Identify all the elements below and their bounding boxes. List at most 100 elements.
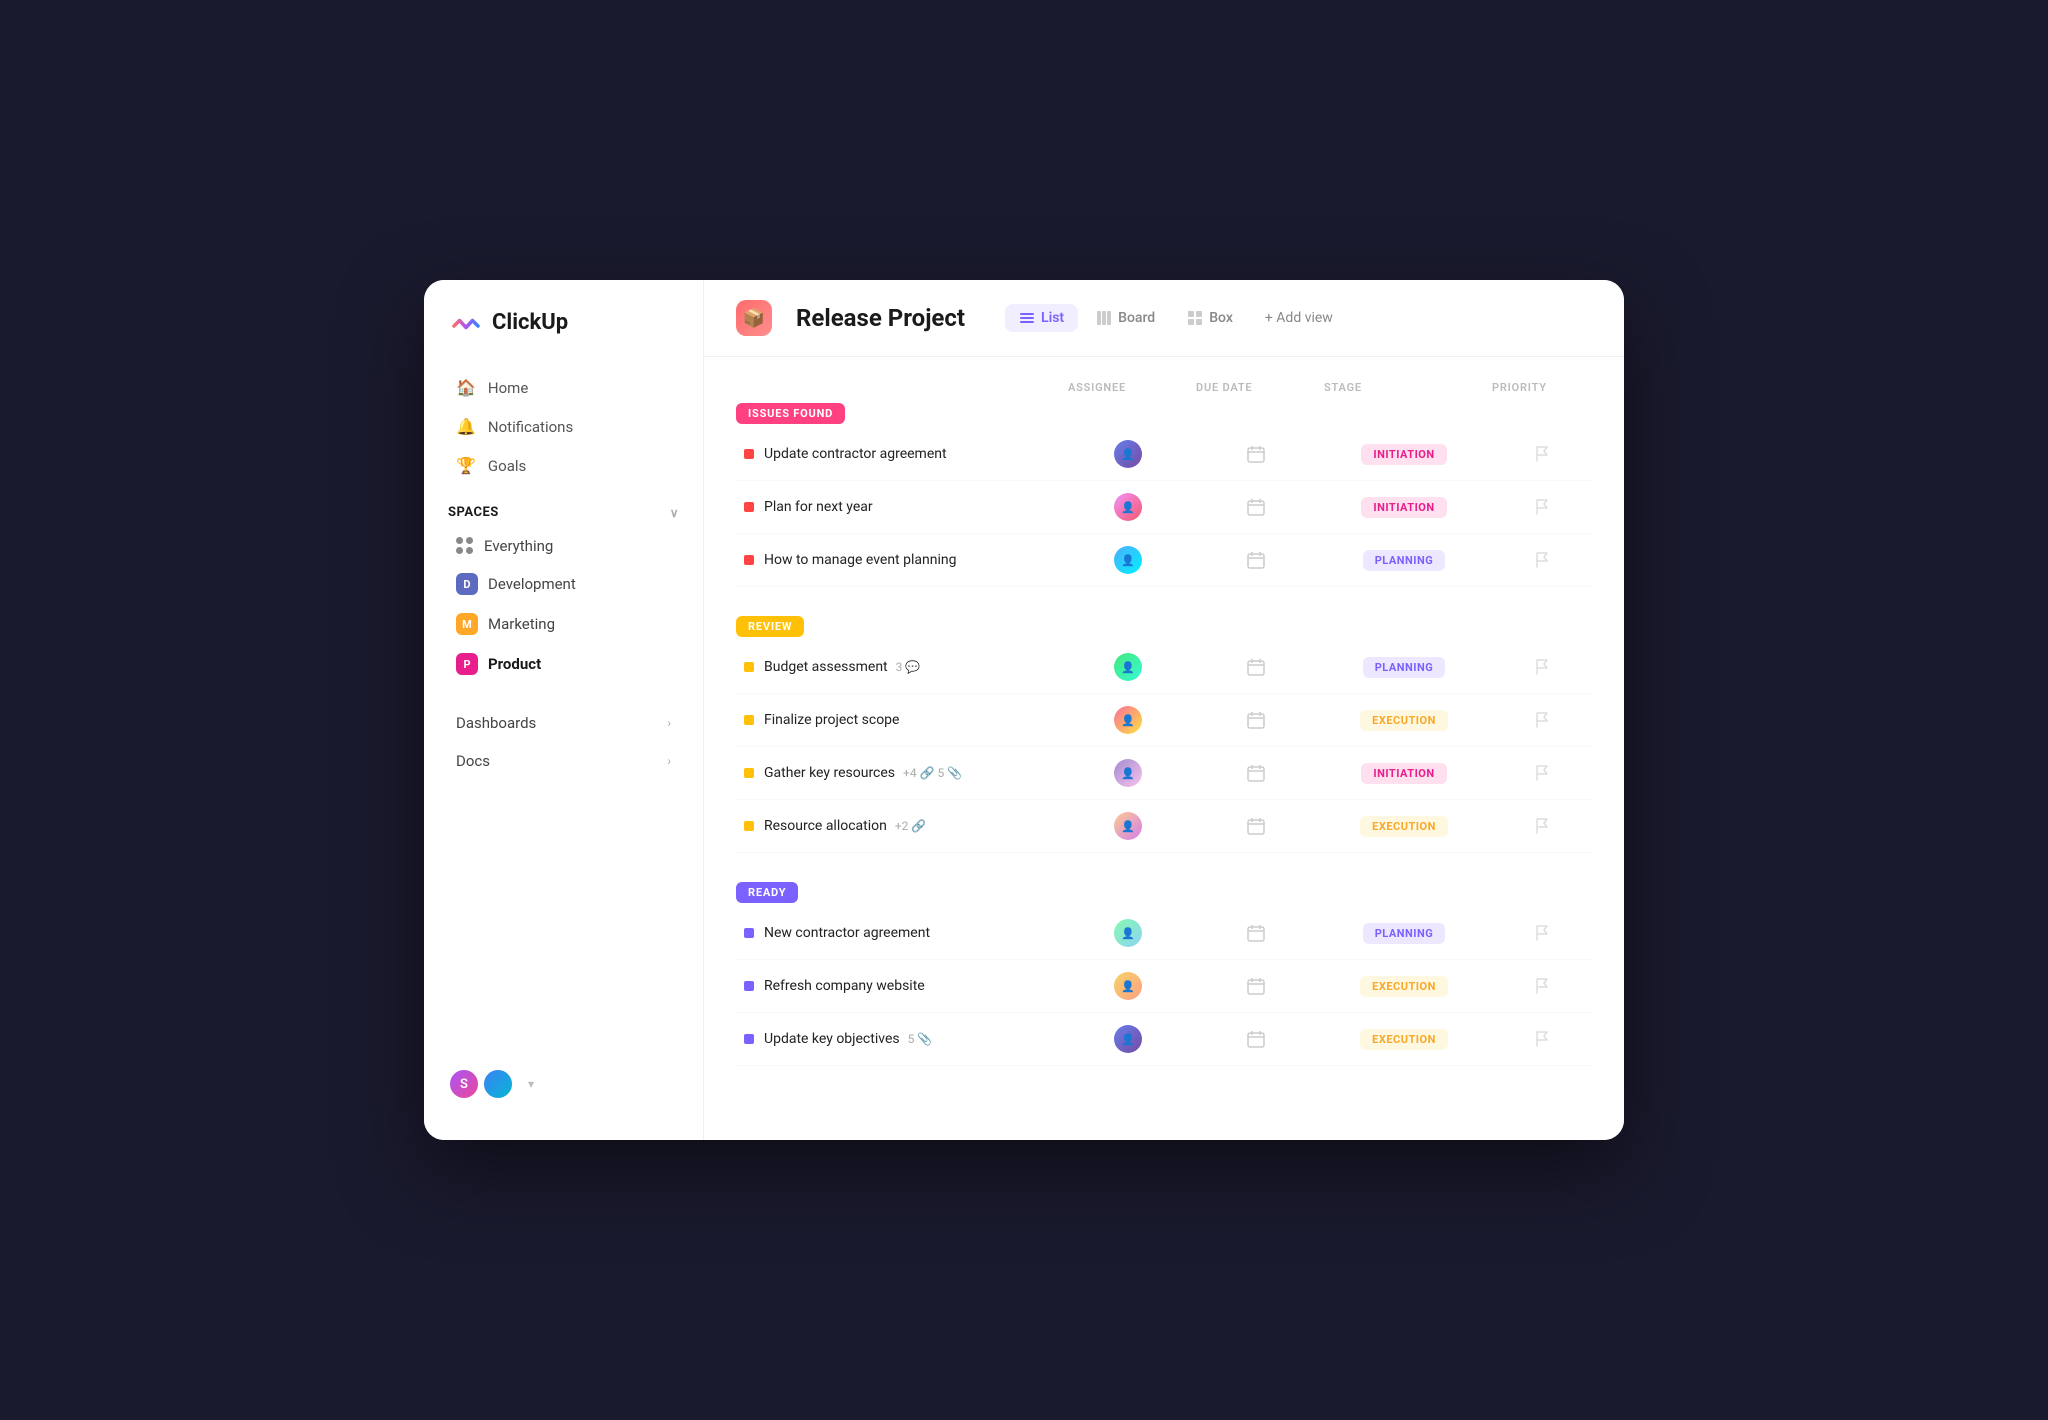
stage-badge: EXECUTION <box>1360 1029 1448 1050</box>
view-tabs: List Board Box + Add view <box>1005 304 1347 332</box>
tab-board[interactable]: Board <box>1082 304 1169 332</box>
nav-notifications[interactable]: 🔔 Notifications <box>432 407 695 446</box>
flag-icon <box>1534 551 1550 569</box>
tab-list[interactable]: List <box>1005 304 1078 332</box>
home-icon: 🏠 <box>456 378 476 397</box>
space-marketing-label: Marketing <box>488 615 555 633</box>
assignee-cell: 👤 <box>1068 653 1188 681</box>
avatar: 👤 <box>1114 440 1142 468</box>
task-row[interactable]: How to manage event planning 👤 PLANNING <box>736 534 1592 587</box>
task-dot <box>744 981 754 991</box>
date-cell[interactable] <box>1196 551 1316 569</box>
task-name: Update contractor agreement <box>764 446 947 462</box>
space-marketing[interactable]: M Marketing <box>432 604 695 644</box>
task-dot <box>744 662 754 672</box>
calendar-icon <box>1247 711 1265 729</box>
space-development-label: Development <box>488 575 576 593</box>
date-cell[interactable] <box>1196 977 1316 995</box>
task-dot <box>744 928 754 938</box>
date-cell[interactable] <box>1196 1030 1316 1048</box>
stage-badge: INITIATION <box>1361 763 1446 784</box>
add-view-button[interactable]: + Add view <box>1251 304 1347 332</box>
goals-icon: 🏆 <box>456 456 476 475</box>
nav-goals-label: Goals <box>488 457 526 475</box>
flag-icon <box>1534 445 1550 463</box>
section-review: REVIEW Budget assessment 3 💬 👤 <box>736 615 1592 853</box>
date-cell[interactable] <box>1196 764 1316 782</box>
col-task <box>760 381 1060 394</box>
spaces-chevron-icon[interactable]: ∨ <box>670 506 679 520</box>
flag-icon <box>1534 764 1550 782</box>
dashboards-section[interactable]: Dashboards › <box>432 700 695 738</box>
task-name: Gather key resources +4 🔗 5 📎 <box>764 765 962 781</box>
section-issues: ISSUES FOUND Update contractor agreement… <box>736 402 1592 587</box>
task-name-cell: Update contractor agreement <box>744 446 1060 462</box>
calendar-icon <box>1247 445 1265 463</box>
sidebar: ClickUp 🏠 Home 🔔 Notifications 🏆 Goals S… <box>424 280 704 1140</box>
task-row[interactable]: Finalize project scope 👤 EXECUTION <box>736 694 1592 747</box>
date-cell[interactable] <box>1196 924 1316 942</box>
task-row[interactable]: Update key objectives 5 📎 👤 EXECUTION <box>736 1013 1592 1066</box>
task-name: Update key objectives 5 📎 <box>764 1031 932 1047</box>
task-dot <box>744 502 754 512</box>
stage-badge: PLANNING <box>1363 657 1446 678</box>
bell-icon: 🔔 <box>456 417 476 436</box>
user-dropdown-icon[interactable]: ▾ <box>528 1077 534 1091</box>
priority-cell <box>1492 764 1592 782</box>
date-cell[interactable] <box>1196 658 1316 676</box>
priority-cell <box>1492 1030 1592 1048</box>
space-everything[interactable]: Everything <box>432 528 695 564</box>
docs-section[interactable]: Docs › <box>432 738 695 776</box>
tab-box[interactable]: Box <box>1173 304 1247 332</box>
task-row[interactable]: Gather key resources +4 🔗 5 📎 👤 INITIATI… <box>736 747 1592 800</box>
space-product[interactable]: P Product <box>432 644 695 684</box>
task-row[interactable]: Budget assessment 3 💬 👤 PLANNING <box>736 641 1592 694</box>
col-assignee: ASSIGNEE <box>1068 381 1188 394</box>
nav-home[interactable]: 🏠 Home <box>432 368 695 407</box>
col-stage: STAGE <box>1324 381 1484 394</box>
user-avatar-s: S <box>448 1068 480 1100</box>
main-header: 📦 Release Project List Board Box + Add v… <box>704 280 1624 357</box>
date-cell[interactable] <box>1196 498 1316 516</box>
date-cell[interactable] <box>1196 711 1316 729</box>
task-row[interactable]: Refresh company website 👤 EXECUTION <box>736 960 1592 1013</box>
date-cell[interactable] <box>1196 445 1316 463</box>
avatar: 👤 <box>1114 706 1142 734</box>
nav-goals[interactable]: 🏆 Goals <box>432 446 695 485</box>
stage-cell: EXECUTION <box>1324 816 1484 837</box>
stage-badge: INITIATION <box>1361 497 1446 518</box>
assignee-cell: 👤 <box>1068 1025 1188 1053</box>
stage-cell: EXECUTION <box>1324 976 1484 997</box>
assignee-cell: 👤 <box>1068 493 1188 521</box>
docs-label: Docs <box>456 752 490 770</box>
task-row[interactable]: Resource allocation +2 🔗 👤 EXECUTION <box>736 800 1592 853</box>
marketing-avatar: M <box>456 613 478 635</box>
date-cell[interactable] <box>1196 817 1316 835</box>
task-dot <box>744 1034 754 1044</box>
priority-cell <box>1492 551 1592 569</box>
task-name-cell: How to manage event planning <box>744 552 1060 568</box>
task-row[interactable]: Plan for next year 👤 INITIATION <box>736 481 1592 534</box>
task-name-cell: Gather key resources +4 🔗 5 📎 <box>744 765 1060 781</box>
stage-cell: EXECUTION <box>1324 710 1484 731</box>
stage-cell: INITIATION <box>1324 497 1484 518</box>
priority-cell <box>1492 445 1592 463</box>
task-name-cell: Budget assessment 3 💬 <box>744 659 1060 675</box>
task-row[interactable]: Update contractor agreement 👤 INITIATION <box>736 428 1592 481</box>
docs-chevron-icon: › <box>667 754 671 768</box>
task-name: Finalize project scope <box>764 712 899 728</box>
task-row[interactable]: New contractor agreement 👤 PLANNING <box>736 907 1592 960</box>
stage-badge: INITIATION <box>1361 444 1446 465</box>
avatar: 👤 <box>1114 653 1142 681</box>
avatar: 👤 <box>1114 759 1142 787</box>
assignee-cell: 👤 <box>1068 919 1188 947</box>
task-badge: +2 🔗 <box>895 819 926 833</box>
user-profile-area[interactable]: S ▾ <box>424 1052 703 1116</box>
space-development[interactable]: D Development <box>432 564 695 604</box>
calendar-icon <box>1247 764 1265 782</box>
stage-cell: EXECUTION <box>1324 1029 1484 1050</box>
task-name-cell: New contractor agreement <box>744 925 1060 941</box>
stage-badge: EXECUTION <box>1360 976 1448 997</box>
priority-cell <box>1492 658 1592 676</box>
avatar: 👤 <box>1114 812 1142 840</box>
